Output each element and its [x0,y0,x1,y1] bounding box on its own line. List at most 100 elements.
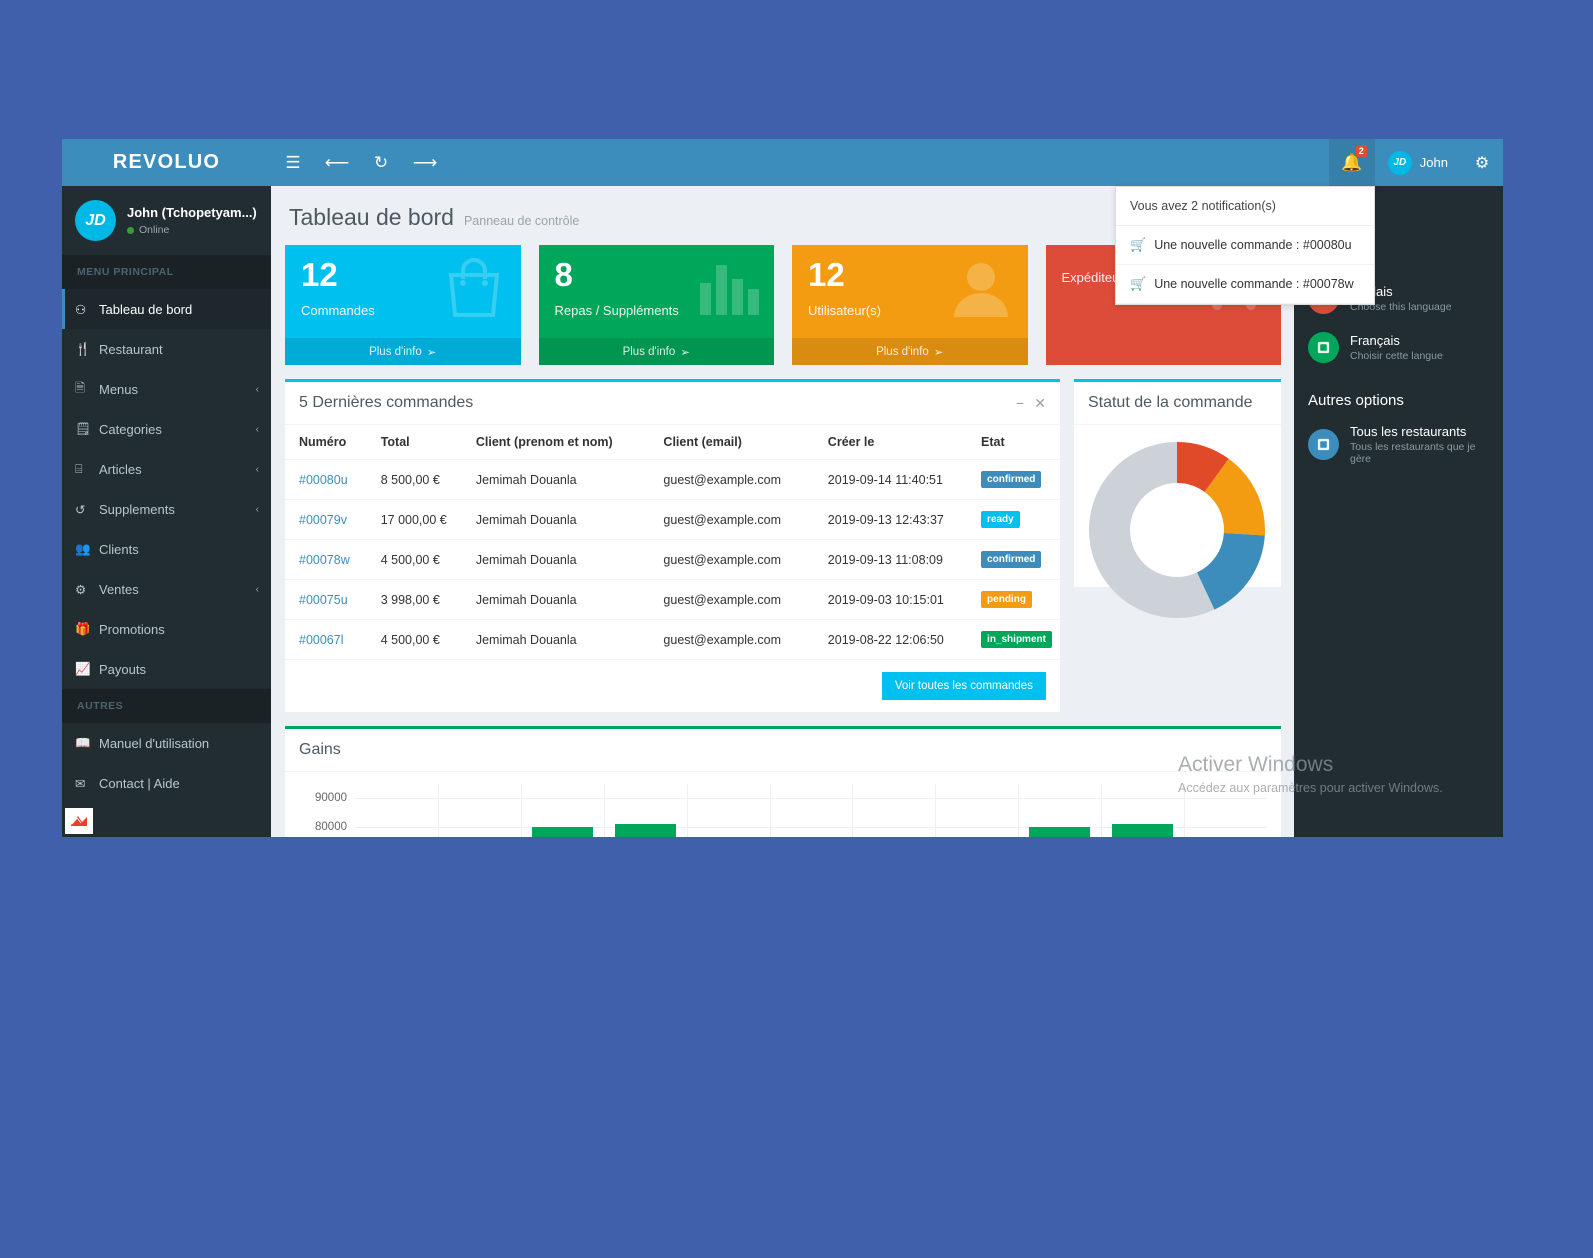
sidebar-user-panel[interactable]: JD John (Tchopetyam...) Online [62,186,271,255]
supplements-icon: ↺ [75,502,86,517]
brand-logo: REVOLUO [62,139,271,186]
avatar: JD [1387,150,1412,175]
bar [1111,823,1174,837]
sidebar-item-label: Contact | Aide [99,775,180,791]
sidebar-item-label: Restaurant [99,341,163,357]
orders-column-header: Total [372,425,468,460]
status-badge: pending [981,591,1032,608]
hamburger-icon[interactable]: ☰ [271,139,315,186]
order-created-at: 2019-09-03 10:15:01 [819,579,974,620]
rightbar-option-tous-les-restaurants[interactable]: Tous les restaurants Tous les restaurants… [1294,415,1503,474]
order-number-link[interactable]: #00078w [299,553,350,567]
other-options: Tous les restaurants Tous les restaurants… [1294,415,1503,474]
navbar-right-group: 🔔 2 JD John ⚙ [1328,139,1503,186]
donut-chart-svg [1089,442,1266,618]
bar-cell [1018,784,1101,837]
stat-card-more-label: Plus d'info [369,345,422,358]
sidebar-item-menus[interactable]: 🗎 Menus ‹ [62,369,271,409]
rightbar-option-fran-ais[interactable]: Français Choisir cette langue [1294,323,1503,372]
close-icon[interactable]: ✕ [1034,395,1046,412]
bar-cell [521,784,604,837]
table-row: #00067l 4 500,00 € Jemimah Douanla guest@ex… [285,619,1060,660]
sidebar-item-articles[interactable]: ⌸ Articles ‹ [62,449,271,489]
user-icon [946,253,1016,324]
rightbar-option-desc: Choisir cette langue [1350,350,1443,362]
payouts-icon: 📈 [75,661,91,676]
order-number-link[interactable]: #00080u [299,473,348,487]
notification-item[interactable]: 🛒 Une nouvelle commande : #00080u [1116,226,1374,265]
y-axis: 9000080000700006000050000 [299,784,351,837]
order-number-link[interactable]: #00075u [299,593,348,607]
stat-card-2: 12 Utilisateur(s) Plus d'info ➢ [792,245,1028,365]
arrow-circle-right-icon: ➢ [426,346,437,359]
stat-card-more-link[interactable]: Plus d'info ➢ [538,338,774,365]
order-client-email: guest@example.com [655,499,820,540]
order-created-at: 2019-09-13 11:08:09 [819,539,974,580]
sidebar-other-menu: 📖 Manuel d'utilisation ✉ Contact | Aide [62,723,271,803]
sidebar-item-clients[interactable]: 👥 Clients [62,529,271,569]
stat-card-0: 12 Commandes Plus d'info ➢ [285,245,521,365]
order-total: 17 000,00 € [372,499,468,540]
arrow-left-icon[interactable]: ⟵ [315,139,359,186]
sidebar-item-promotions[interactable]: 🎁 Promotions [62,609,271,649]
sidebar-item-manuel-d-utilisation[interactable]: 📖 Manuel d'utilisation [62,723,271,763]
shopping-cart-icon: 🛒 [1130,237,1147,252]
app-logo-icon[interactable] [65,808,93,834]
notification-item[interactable]: 🛒 Une nouvelle commande : #00078w [1116,265,1374,304]
table-row: #00078w 4 500,00 € Jemimah Douanla guest@ex… [285,539,1060,580]
order-client-email: guest@example.com [655,539,820,580]
gears-icon[interactable]: ⚙ [1461,139,1503,186]
order-client-email: guest@example.com [655,579,820,620]
order-total: 4 500,00 € [372,619,468,660]
y-axis-tick-label: 90000 [315,792,347,805]
arrow-right-icon[interactable]: ⟶ [403,139,447,186]
sidebar-item-label: Ventes [99,581,139,597]
minimize-icon[interactable]: − [1016,395,1024,411]
sidebar-item-tableau-de-bord[interactable]: ⚇ Tableau de bord [62,289,271,329]
notifications-dropdown: Vous avez 2 notification(s) 🛒 Une nouvell… [1115,186,1375,305]
order-client-name: Jemimah Douanla [467,499,656,540]
sidebar-item-contact-aide[interactable]: ✉ Contact | Aide [62,763,271,803]
order-client-name: Jemimah Douanla [467,619,656,660]
navbar: ☰ ⟵ ↻ ⟶ 🔔 2 JD John ⚙ [271,139,1503,186]
sidebar-item-label: Menus [99,381,139,397]
table-row: #00080u 8 500,00 € Jemimah Douanla guest@ex… [285,459,1060,500]
order-created-at: 2019-08-22 12:06:50 [819,619,974,660]
order-number-link[interactable]: #00067l [299,633,344,647]
notifications-button[interactable]: 🔔 2 [1328,139,1375,186]
view-all-orders-button[interactable]: Voir toutes les commandes [881,672,1046,700]
sidebar-item-supplements[interactable]: ↺ Supplements ‹ [62,489,271,529]
restaurant-fork-icon [1308,429,1339,460]
refresh-icon[interactable]: ↻ [359,139,403,186]
order-client-name: Jemimah Douanla [467,459,656,500]
plot-area [355,784,1267,837]
orders-column-header: Créer le [819,425,974,460]
sidebar-avatar: JD [75,200,116,241]
sidebar-item-label: Clients [99,541,139,557]
order-total: 4 500,00 € [372,539,468,580]
stat-card-more-label: Plus d'info [622,345,676,358]
rightbar-other-title: Autres options [1308,392,1404,409]
bar-cell [852,784,935,837]
sidebar-item-restaurant[interactable]: 🍴 Restaurant [62,329,271,369]
donut-chart [1074,425,1281,621]
stat-card-more-link[interactable]: Plus d'info ➢ [792,338,1028,365]
bar-cell [438,784,521,837]
status-badge: confirmed [981,551,1042,568]
orders-column-header: Numéro [285,425,373,460]
order-client-name: Jemimah Douanla [467,539,656,580]
shopping-cart-icon: 🛒 [1130,276,1147,291]
stat-card-more-link[interactable]: Plus d'info ➢ [285,338,521,365]
page-subtitle: Panneau de contrôle [463,214,580,228]
sidebar-item-ventes[interactable]: ⚙ Ventes ‹ [62,569,271,609]
sidebar-item-payouts[interactable]: 📈 Payouts [62,649,271,689]
bar-cell [935,784,1018,837]
categories-icon: 🗒 [75,421,91,436]
user-menu[interactable]: JD John [1375,139,1461,186]
bar-cell [1184,784,1267,837]
sidebar-item-label: Tableau de bord [99,301,193,317]
order-number-link[interactable]: #00079v [299,513,347,527]
orders-table-body: #00080u 8 500,00 € Jemimah Douanla guest@ex… [285,459,1060,660]
sidebar-item-categories[interactable]: 🗒 Categories ‹ [62,409,271,449]
bar-cell [770,784,853,837]
